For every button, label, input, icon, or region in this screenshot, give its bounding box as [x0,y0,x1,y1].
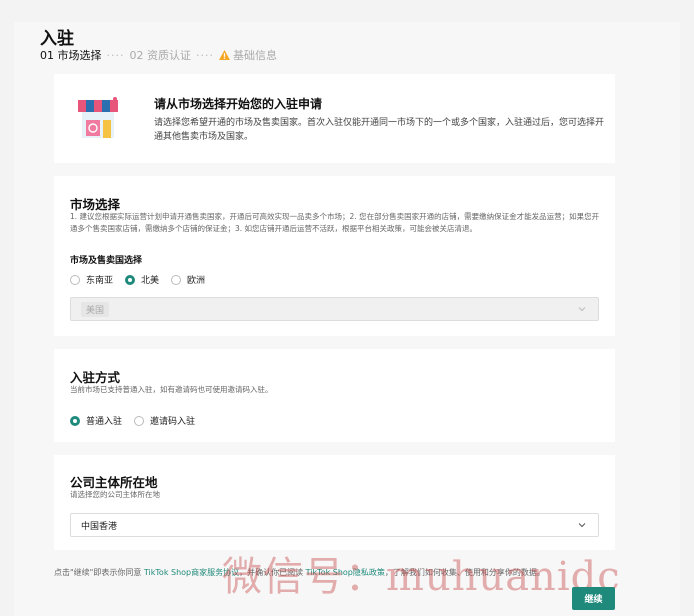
company-location-card: 公司主体所在地 请选择您的公司主体所在地 中国香港 [54,455,615,550]
market-option-sea[interactable]: 东南亚 [70,273,113,286]
watermark: 微信号：muhuanidc [222,554,621,600]
agreement-text: 点击"继续"即表示你同意 [54,568,144,577]
warning-icon [219,50,230,60]
company-location-value: 中国香港 [81,521,118,532]
method-option-invite[interactable]: 邀请码入驻 [134,414,195,427]
intro-card: 请从市场选择开始您的入驻申请 请选择您希望开通的市场及售卖国家。首次入驻仅能开通… [54,74,615,163]
intro-title: 请从市场选择开始您的入驻申请 [154,97,323,111]
market-option-na[interactable]: 北美 [125,273,159,286]
radio-circle [70,274,80,285]
step-separator: ···· [106,48,125,62]
method-radio-group: 普通入驻 邀请码入驻 [70,414,207,427]
market-radio-group: 东南亚 北美 欧洲 [70,273,217,286]
radio-circle [70,415,80,426]
method-option-normal[interactable]: 普通入驻 [70,414,122,427]
radio-label: 普通入驻 [86,417,123,427]
page-title: 入驻 [40,29,74,49]
step-separator: ···· [196,48,214,62]
onboarding-method-card: 入驻方式 当前市场已支持普通入驻，如有邀请码也可使用邀请码入驻。 普通入驻 邀请… [54,349,615,442]
market-selection-card: 市场选择 1. 建议您根据实际运营计划申请开通售卖国家，开通后可高效实现一品卖多… [54,176,615,336]
step-progress: 01 市场选择 ···· 02 资质认证 ···· 基础信息 [40,47,277,63]
radio-circle [171,274,182,285]
market-option-eu[interactable]: 欧洲 [171,273,205,286]
chevron-down-icon [578,307,586,312]
step-qualification: 02 资质认证 [129,49,192,62]
method-section-description: 当前市场已支持普通入驻，如有邀请码也可使用邀请码入驻。 [70,385,273,394]
company-section-description: 请选择您的公司主体所在地 [70,490,160,499]
step-basic-info: 基础信息 [233,49,277,62]
step-market: 01 市场选择 [40,49,102,62]
continue-button[interactable]: 继续 [572,587,615,610]
market-section-description: 1. 建议您根据实际运营计划申请开通售卖国家，开通后可高效实现一品卖多个市场；2… [70,212,600,233]
radio-circle [134,415,145,426]
country-chip: 美国 [81,301,110,317]
shop-icon [78,97,118,138]
radio-label: 东南亚 [86,276,114,286]
company-location-select[interactable]: 中国香港 [70,513,599,537]
intro-description: 请选择您希望开通的市场及售卖国家。首次入驻仅能开通同一市场下的一个或多个国家，入… [154,118,605,142]
radio-label: 邀请码入驻 [150,417,196,427]
country-select[interactable]: 美国 [70,297,599,321]
market-country-label: 市场及售卖国选择 [70,256,143,266]
chevron-down-icon [578,523,586,528]
radio-label: 欧洲 [187,276,206,286]
radio-circle [125,274,136,285]
radio-label: 北美 [141,276,160,286]
